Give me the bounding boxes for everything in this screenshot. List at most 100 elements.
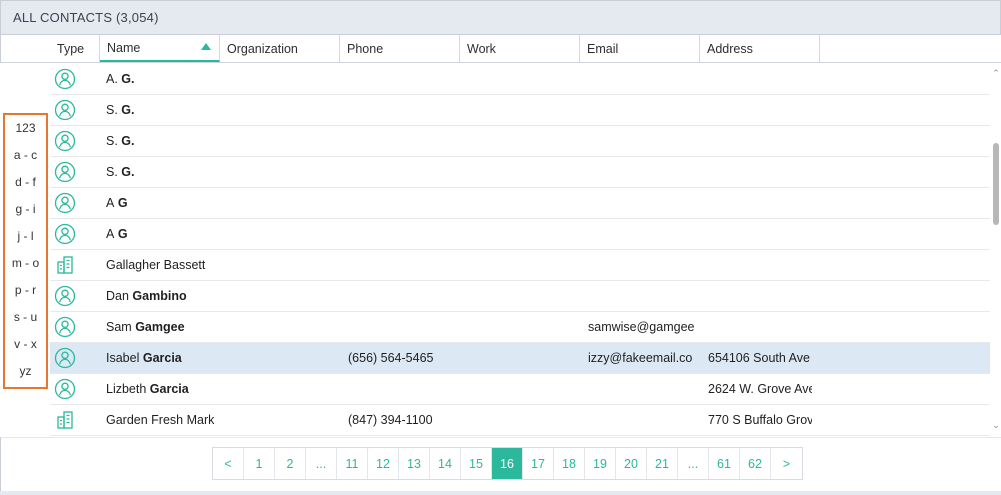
contact-phone (348, 126, 460, 156)
scroll-thumb[interactable] (993, 143, 999, 225)
pagination-area: <1 2... 11 12 13 14 15 16 17 18 19 20 21... 61 62 > (0, 437, 1001, 495)
page-button[interactable]: 16 (492, 448, 523, 479)
table-row[interactable]: Isabel Garcia (656) 564-5465 izzy@fakeemai… (50, 343, 990, 374)
contact-last-name: G. (121, 165, 135, 179)
table-row[interactable]: A. G. (50, 64, 990, 95)
contact-phone (348, 281, 460, 311)
table-row[interactable]: S. G. (50, 126, 990, 157)
sort-ascending-icon (201, 43, 211, 50)
contact-name: Isabel Garcia (106, 343, 218, 373)
page-button[interactable]: 14 (430, 448, 461, 479)
alpha-index-g-i[interactable]: g - i (5, 202, 46, 216)
table-row[interactable]: S. G. (50, 95, 990, 126)
person-icon (54, 99, 76, 121)
contact-email: samwise@gamgee (588, 320, 694, 334)
alpha-index-j-l[interactable]: j - l (5, 229, 46, 243)
column-email[interactable]: Email (580, 35, 700, 62)
contact-last-name: G (117, 196, 128, 210)
scroll-up-icon[interactable]: ⌃ (992, 69, 1000, 78)
contact-address: 2624 W. Grove Ave (708, 382, 812, 396)
contact-name: S. G. (106, 95, 218, 125)
page-button[interactable]: 13 (399, 448, 430, 479)
contact-last-name: G (117, 227, 128, 241)
contact-address (708, 95, 812, 125)
column-organization-label: Organization (227, 41, 298, 56)
table-row[interactable]: Lizbeth Garcia 2624 W. Grove Ave (50, 374, 990, 405)
contact-first-name: Lizbeth (106, 382, 147, 396)
table-row[interactable]: Dan Gambino (50, 281, 990, 312)
building-icon (54, 409, 76, 431)
column-work-label: Work (467, 41, 496, 56)
contact-phone (348, 157, 460, 187)
table-row[interactable]: Garden Fresh Mark (847) 394-1100 770 S Buf… (50, 405, 990, 436)
table-row[interactable]: S. G. (50, 157, 990, 188)
contact-address (708, 126, 812, 156)
column-type-label: Type (57, 41, 85, 56)
contact-first-name: Garden Fresh Mark (106, 413, 215, 427)
list-title: ALL CONTACTS (3,054) (13, 10, 159, 25)
page-ellipsis[interactable]: ... (678, 448, 709, 479)
column-address-label: Address (707, 41, 753, 56)
contact-first-name: S. (106, 103, 118, 117)
person-icon (54, 347, 76, 369)
column-phone-label: Phone (347, 41, 384, 56)
contact-first-name: A. (106, 72, 118, 86)
column-name[interactable]: Name (100, 35, 220, 62)
contact-email (588, 126, 694, 156)
page-button[interactable]: 12 (368, 448, 399, 479)
alpha-index-d-f[interactable]: d - f (5, 175, 46, 189)
table-row[interactable]: Gallagher Bassett (50, 250, 990, 281)
column-phone[interactable]: Phone (340, 35, 460, 62)
contact-email (588, 281, 694, 311)
column-address[interactable]: Address (700, 35, 820, 62)
bottom-border (0, 491, 1001, 495)
contact-phone (348, 188, 460, 218)
page-button[interactable]: 11 (337, 448, 368, 479)
contact-address (708, 312, 812, 342)
page-button[interactable]: 21 (647, 448, 678, 479)
alpha-index-123[interactable]: 123 (5, 121, 46, 135)
next-page-button[interactable]: > (771, 448, 802, 479)
alpha-index-yz[interactable]: yz (5, 364, 46, 378)
alpha-index-m-o[interactable]: m - o (5, 256, 46, 270)
vertical-scrollbar[interactable]: ⌃ ⌄ (990, 64, 1001, 437)
alpha-index-v-x[interactable]: v - x (5, 337, 46, 351)
contact-first-name: A (106, 227, 115, 241)
page-button[interactable]: 1 (244, 448, 275, 479)
page-button[interactable]: 62 (740, 448, 771, 479)
column-work[interactable]: Work (460, 35, 580, 62)
column-organization[interactable]: Organization (220, 35, 340, 62)
page-ellipsis[interactable]: ... (306, 448, 337, 479)
page-button[interactable]: 20 (616, 448, 647, 479)
prev-page-button[interactable]: < (213, 448, 244, 479)
page-button[interactable]: 15 (461, 448, 492, 479)
person-icon (54, 316, 76, 338)
contact-address (708, 281, 812, 311)
person-icon (54, 378, 76, 400)
contact-phone (348, 64, 460, 94)
page-button[interactable]: 18 (554, 448, 585, 479)
contact-last-name: Garcia (142, 351, 182, 365)
person-icon (54, 285, 76, 307)
contact-last-name: G. (121, 72, 135, 86)
contact-name: Dan Gambino (106, 281, 218, 311)
table-row[interactable]: A G (50, 188, 990, 219)
alpha-index-s-u[interactable]: s - u (5, 310, 46, 324)
page-button[interactable]: 19 (585, 448, 616, 479)
page-button[interactable]: 61 (709, 448, 740, 479)
contact-name: A G (106, 219, 218, 249)
contact-first-name: Gallagher Bassett (106, 258, 206, 272)
contact-first-name: A (106, 196, 115, 210)
page-button[interactable]: 2 (275, 448, 306, 479)
table-row[interactable]: Sam Gamgee samwise@gamgee (50, 312, 990, 343)
alpha-index-p-r[interactable]: p - r (5, 283, 46, 297)
pagination: <1 2... 11 12 13 14 15 16 17 18 19 20 21... 61 62 > (212, 447, 803, 480)
contact-name: Gallagher Bassett (106, 250, 218, 280)
contact-address (708, 64, 812, 94)
column-type[interactable]: Type (50, 35, 100, 62)
page-button[interactable]: 17 (523, 448, 554, 479)
contact-name: S. G. (106, 157, 218, 187)
scroll-down-icon[interactable]: ⌄ (992, 421, 1000, 430)
table-row[interactable]: A G (50, 219, 990, 250)
alpha-index-a-c[interactable]: a - c (5, 148, 46, 162)
